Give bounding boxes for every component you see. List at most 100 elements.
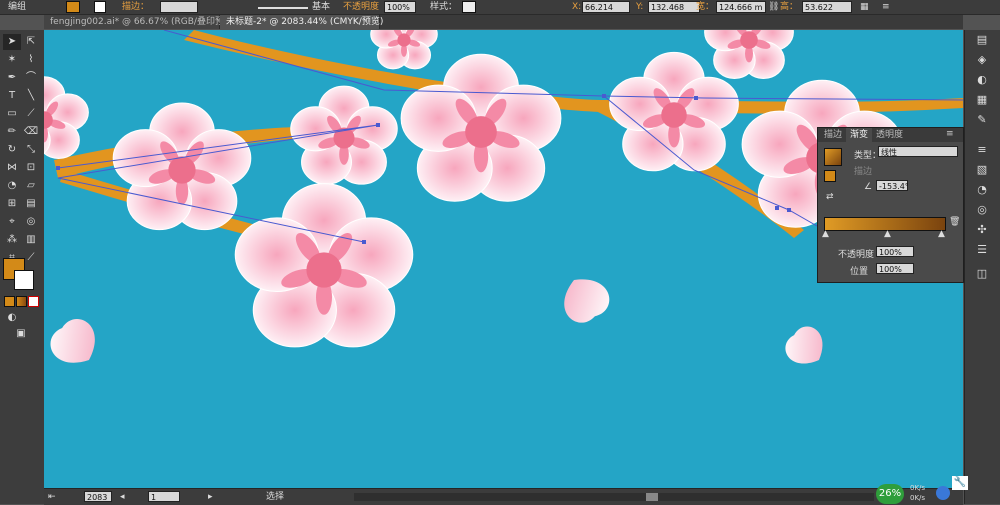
network-monitor-widget: 26% 0K/s 0K/s bbox=[874, 484, 964, 504]
gradient-mode-icon[interactable] bbox=[16, 296, 27, 307]
pen-tool-icon[interactable]: ✒ bbox=[3, 70, 21, 86]
blend-tool-icon[interactable]: ◎ bbox=[22, 214, 40, 230]
gradient-panel-icon[interactable]: ▧ bbox=[973, 162, 991, 178]
wrench-icon[interactable]: 🔧 bbox=[952, 476, 968, 490]
opacity-field[interactable]: 100% bbox=[384, 1, 416, 13]
position-field[interactable]: 100% bbox=[876, 263, 914, 274]
brushes-icon[interactable]: ✎ bbox=[973, 112, 991, 128]
line-tool-icon[interactable]: ╲ bbox=[22, 88, 40, 104]
h-label: 高： bbox=[780, 1, 798, 13]
artboard-nav-icon[interactable]: ⇤ bbox=[48, 491, 56, 503]
magic-wand-icon[interactable]: ✶ bbox=[3, 52, 21, 68]
stroke-panel-icon[interactable]: ≡ bbox=[973, 142, 991, 158]
gradient-stop-left[interactable]: ▲ bbox=[822, 229, 829, 239]
next-artboard-icon[interactable]: ▸ bbox=[208, 491, 213, 503]
stroke-swatch[interactable] bbox=[94, 1, 106, 13]
h-field[interactable]: 53.622 mm bbox=[802, 1, 852, 13]
flower-center bbox=[465, 116, 497, 148]
direct-selection-tool-icon[interactable]: ⇱ bbox=[22, 34, 40, 50]
flower-center bbox=[306, 252, 341, 287]
stroke-weight-field[interactable] bbox=[160, 1, 198, 13]
artboards-icon[interactable]: ◫ bbox=[973, 266, 991, 282]
stroke-profile-preview[interactable] bbox=[258, 1, 308, 9]
rotate-tool-icon[interactable]: ↻ bbox=[3, 142, 21, 158]
tab-untitled[interactable]: 未标题-2* @ 2083.44% (CMYK/预览) bbox=[220, 15, 380, 29]
tab-transparency[interactable]: 透明度 bbox=[872, 128, 907, 142]
none-mode-icon[interactable] bbox=[28, 296, 39, 307]
style-swatch[interactable] bbox=[462, 1, 476, 13]
angle-icon: ∠ bbox=[864, 182, 872, 192]
screen-mode-icon[interactable]: ▣ bbox=[12, 326, 30, 342]
rectangle-tool-icon[interactable]: ▭ bbox=[3, 106, 21, 122]
stop-opacity-field[interactable]: 100% bbox=[876, 246, 914, 257]
gradient-panel: 描边 渐变 透明度 ≡ 类型： 线性 描边 ∠ -153.4° ⇄ 🗑 ▲ ▲ … bbox=[817, 127, 964, 283]
perspective-grid-icon[interactable]: ▱ bbox=[22, 178, 40, 194]
width-tool-icon[interactable]: ⋈ bbox=[3, 160, 21, 176]
flower-center bbox=[740, 31, 758, 49]
curvature-icon[interactable]: ⌒ bbox=[22, 70, 40, 86]
eyedropper-icon[interactable]: ⌖ bbox=[3, 214, 21, 230]
angle-field[interactable]: -153.4° bbox=[876, 180, 908, 191]
paintbrush-icon[interactable]: ⟋ bbox=[22, 106, 40, 122]
appearance-icon[interactable]: ◎ bbox=[973, 202, 991, 218]
anchor-point bbox=[602, 94, 606, 98]
color-mode-icon[interactable] bbox=[4, 296, 15, 307]
gradient-stop-right[interactable]: ▲ bbox=[938, 229, 945, 239]
transparency-icon[interactable]: ◔ bbox=[973, 182, 991, 198]
layers-icon[interactable]: ☰ bbox=[973, 242, 991, 258]
symbols-icon[interactable]: ✣ bbox=[973, 222, 991, 238]
libraries-icon[interactable]: ◈ bbox=[973, 52, 991, 68]
w-label: 宽： bbox=[696, 1, 714, 13]
shape-builder-icon[interactable]: ◔ bbox=[3, 178, 21, 194]
lasso-icon[interactable]: ⌇ bbox=[22, 52, 40, 68]
selection-tool-icon[interactable]: ➤ bbox=[3, 34, 21, 50]
document-tabs: fengjing002.ai* @ 66.67% (RGB/叠印预览) 未标题-… bbox=[44, 15, 963, 29]
stroke-color-swatch[interactable] bbox=[14, 270, 34, 290]
anchor-point bbox=[694, 96, 698, 100]
y-field[interactable]: 132.468 mm bbox=[648, 1, 700, 13]
column-graph-icon[interactable]: ▥ bbox=[22, 232, 40, 248]
x-field[interactable]: 66.214 mm bbox=[582, 1, 630, 13]
pencil-icon[interactable]: ✏ bbox=[3, 124, 21, 140]
horizontal-scrollbar[interactable] bbox=[354, 493, 874, 501]
type-tool-icon[interactable]: T bbox=[3, 88, 21, 104]
anchor-point bbox=[56, 166, 60, 170]
swatches-icon[interactable]: ▦ bbox=[973, 92, 991, 108]
gradient-stop-mid[interactable]: ▲ bbox=[884, 229, 891, 239]
color-icon[interactable]: ◐ bbox=[973, 72, 991, 88]
w-field[interactable]: 124.666 m bbox=[716, 1, 766, 13]
menu-icon[interactable]: ≡ bbox=[882, 1, 890, 13]
delete-stop-icon[interactable]: 🗑 bbox=[949, 217, 960, 227]
tab-fengjing[interactable]: fengjing002.ai* @ 66.67% (RGB/叠印预览) bbox=[44, 15, 220, 29]
eraser-icon[interactable]: ⌫ bbox=[22, 124, 40, 140]
tab-gradient[interactable]: 渐变 bbox=[846, 128, 872, 142]
prev-artboard-icon[interactable]: ◂ bbox=[120, 491, 125, 503]
grid-icon[interactable]: ▦ bbox=[860, 1, 869, 13]
gradient-type-select[interactable]: 线性 bbox=[878, 146, 958, 157]
reverse-gradient-icon[interactable]: ⇄ bbox=[826, 192, 834, 202]
boost-icon[interactable] bbox=[936, 486, 950, 500]
free-transform-icon[interactable]: ⊡ bbox=[22, 160, 40, 176]
upload-speed: 0K/s bbox=[910, 484, 925, 492]
falling-petal-1 bbox=[554, 268, 616, 328]
zoom-field[interactable]: 2083 bbox=[84, 491, 112, 502]
control-bar: 编组 描边： 基本 不透明度 100% 样式： X: 66.214 mm Y: … bbox=[0, 0, 1000, 15]
gradient-preview-swatch[interactable] bbox=[824, 148, 842, 166]
symbol-sprayer-icon[interactable]: ⁂ bbox=[3, 232, 21, 248]
scale-tool-icon[interactable]: ⤡ bbox=[22, 142, 40, 158]
fill-swatch[interactable] bbox=[66, 1, 80, 13]
cpu-badge: 26% bbox=[876, 484, 904, 504]
properties-icon[interactable]: ▤ bbox=[973, 32, 991, 48]
current-tool-label: 选择 bbox=[266, 491, 284, 503]
download-speed: 0K/s bbox=[910, 494, 925, 502]
page-field[interactable]: 1 bbox=[148, 491, 180, 502]
anchor-point bbox=[775, 206, 779, 210]
tab-stroke[interactable]: 描边 bbox=[820, 128, 846, 142]
scroll-thumb[interactable] bbox=[646, 493, 658, 501]
mesh-tool-icon[interactable]: ⊞ bbox=[3, 196, 21, 212]
link-icon[interactable]: ⛓ bbox=[768, 1, 779, 13]
fill-stroke-mini-icon[interactable] bbox=[824, 170, 836, 182]
gradient-tool-icon[interactable]: ▤ bbox=[22, 196, 40, 212]
draw-mode-icon[interactable]: ◐ bbox=[3, 310, 21, 326]
panel-menu-icon[interactable]: ≡ bbox=[946, 129, 954, 139]
